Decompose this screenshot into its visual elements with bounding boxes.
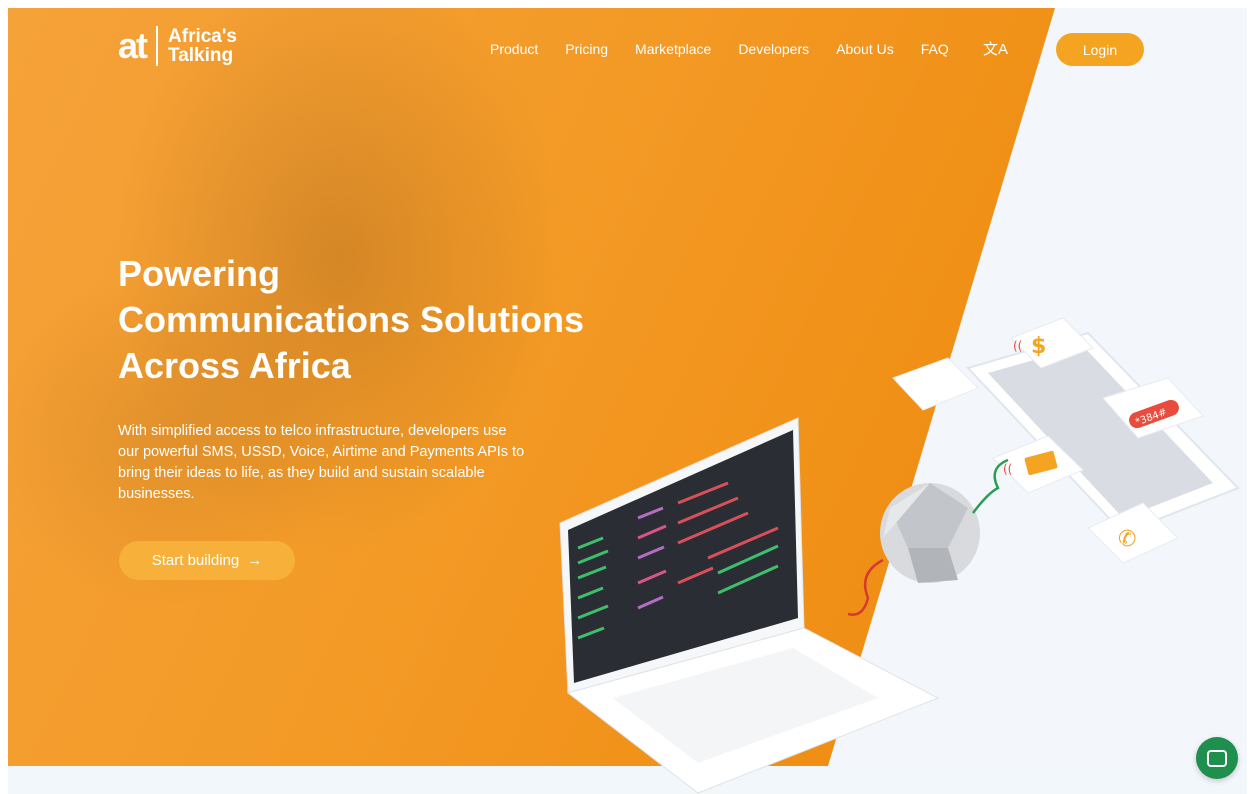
nav-item-marketplace[interactable]: Marketplace (635, 41, 711, 57)
nav-item-product[interactable]: Product (490, 41, 538, 57)
arrow-right-icon: → (247, 552, 263, 569)
hero-subtext: With simplified access to telco infrastr… (118, 423, 525, 502)
main-nav: Product Pricing Marketplace Developers A… (490, 41, 976, 57)
logo-divider (156, 26, 159, 66)
logo-text: Africa's Talking (168, 27, 237, 65)
logo[interactable]: at Africa's Talking (118, 26, 237, 66)
page-frame: at Africa's Talking Product Pricing Mark… (8, 8, 1247, 794)
hero-illustration: ••• $ (( *384# (( ✆ (559, 317, 1240, 794)
phone-call-icon: ✆ (1118, 527, 1136, 552)
logo-text-line2: Talking (168, 45, 234, 66)
headline-line-2: Communications Solutions (118, 299, 585, 340)
chat-icon (1207, 749, 1227, 767)
logo-text-line1: Africa's (168, 26, 237, 47)
headline-line-1: Powering (118, 253, 281, 294)
start-building-button[interactable]: Start building → (119, 541, 295, 580)
phone-illustration (966, 331, 1240, 535)
login-button[interactable]: Login (1056, 33, 1144, 66)
gateway-sphere (847, 458, 1009, 616)
translate-icon[interactable]: 文A (983, 38, 1008, 59)
nav-item-pricing[interactable]: Pricing (565, 41, 608, 57)
nav-item-about-us[interactable]: About Us (836, 41, 894, 57)
start-building-label: Start building (151, 552, 240, 569)
nav-item-faq[interactable]: FAQ (921, 41, 949, 57)
dollar-icon: $ (1031, 334, 1046, 359)
nav-item-developers[interactable]: Developers (738, 41, 809, 57)
chat-widget-button[interactable] (1196, 737, 1238, 779)
logo-mark: at (118, 25, 148, 66)
laptop-illustration (559, 417, 940, 794)
signal-icon: (( (1013, 339, 1022, 353)
headline-line-3: Across Africa (118, 345, 351, 386)
sms-card: ••• (892, 357, 979, 411)
contactless-icon: (( (1003, 462, 1012, 476)
chat-bubble-icon: ••• (934, 381, 953, 392)
